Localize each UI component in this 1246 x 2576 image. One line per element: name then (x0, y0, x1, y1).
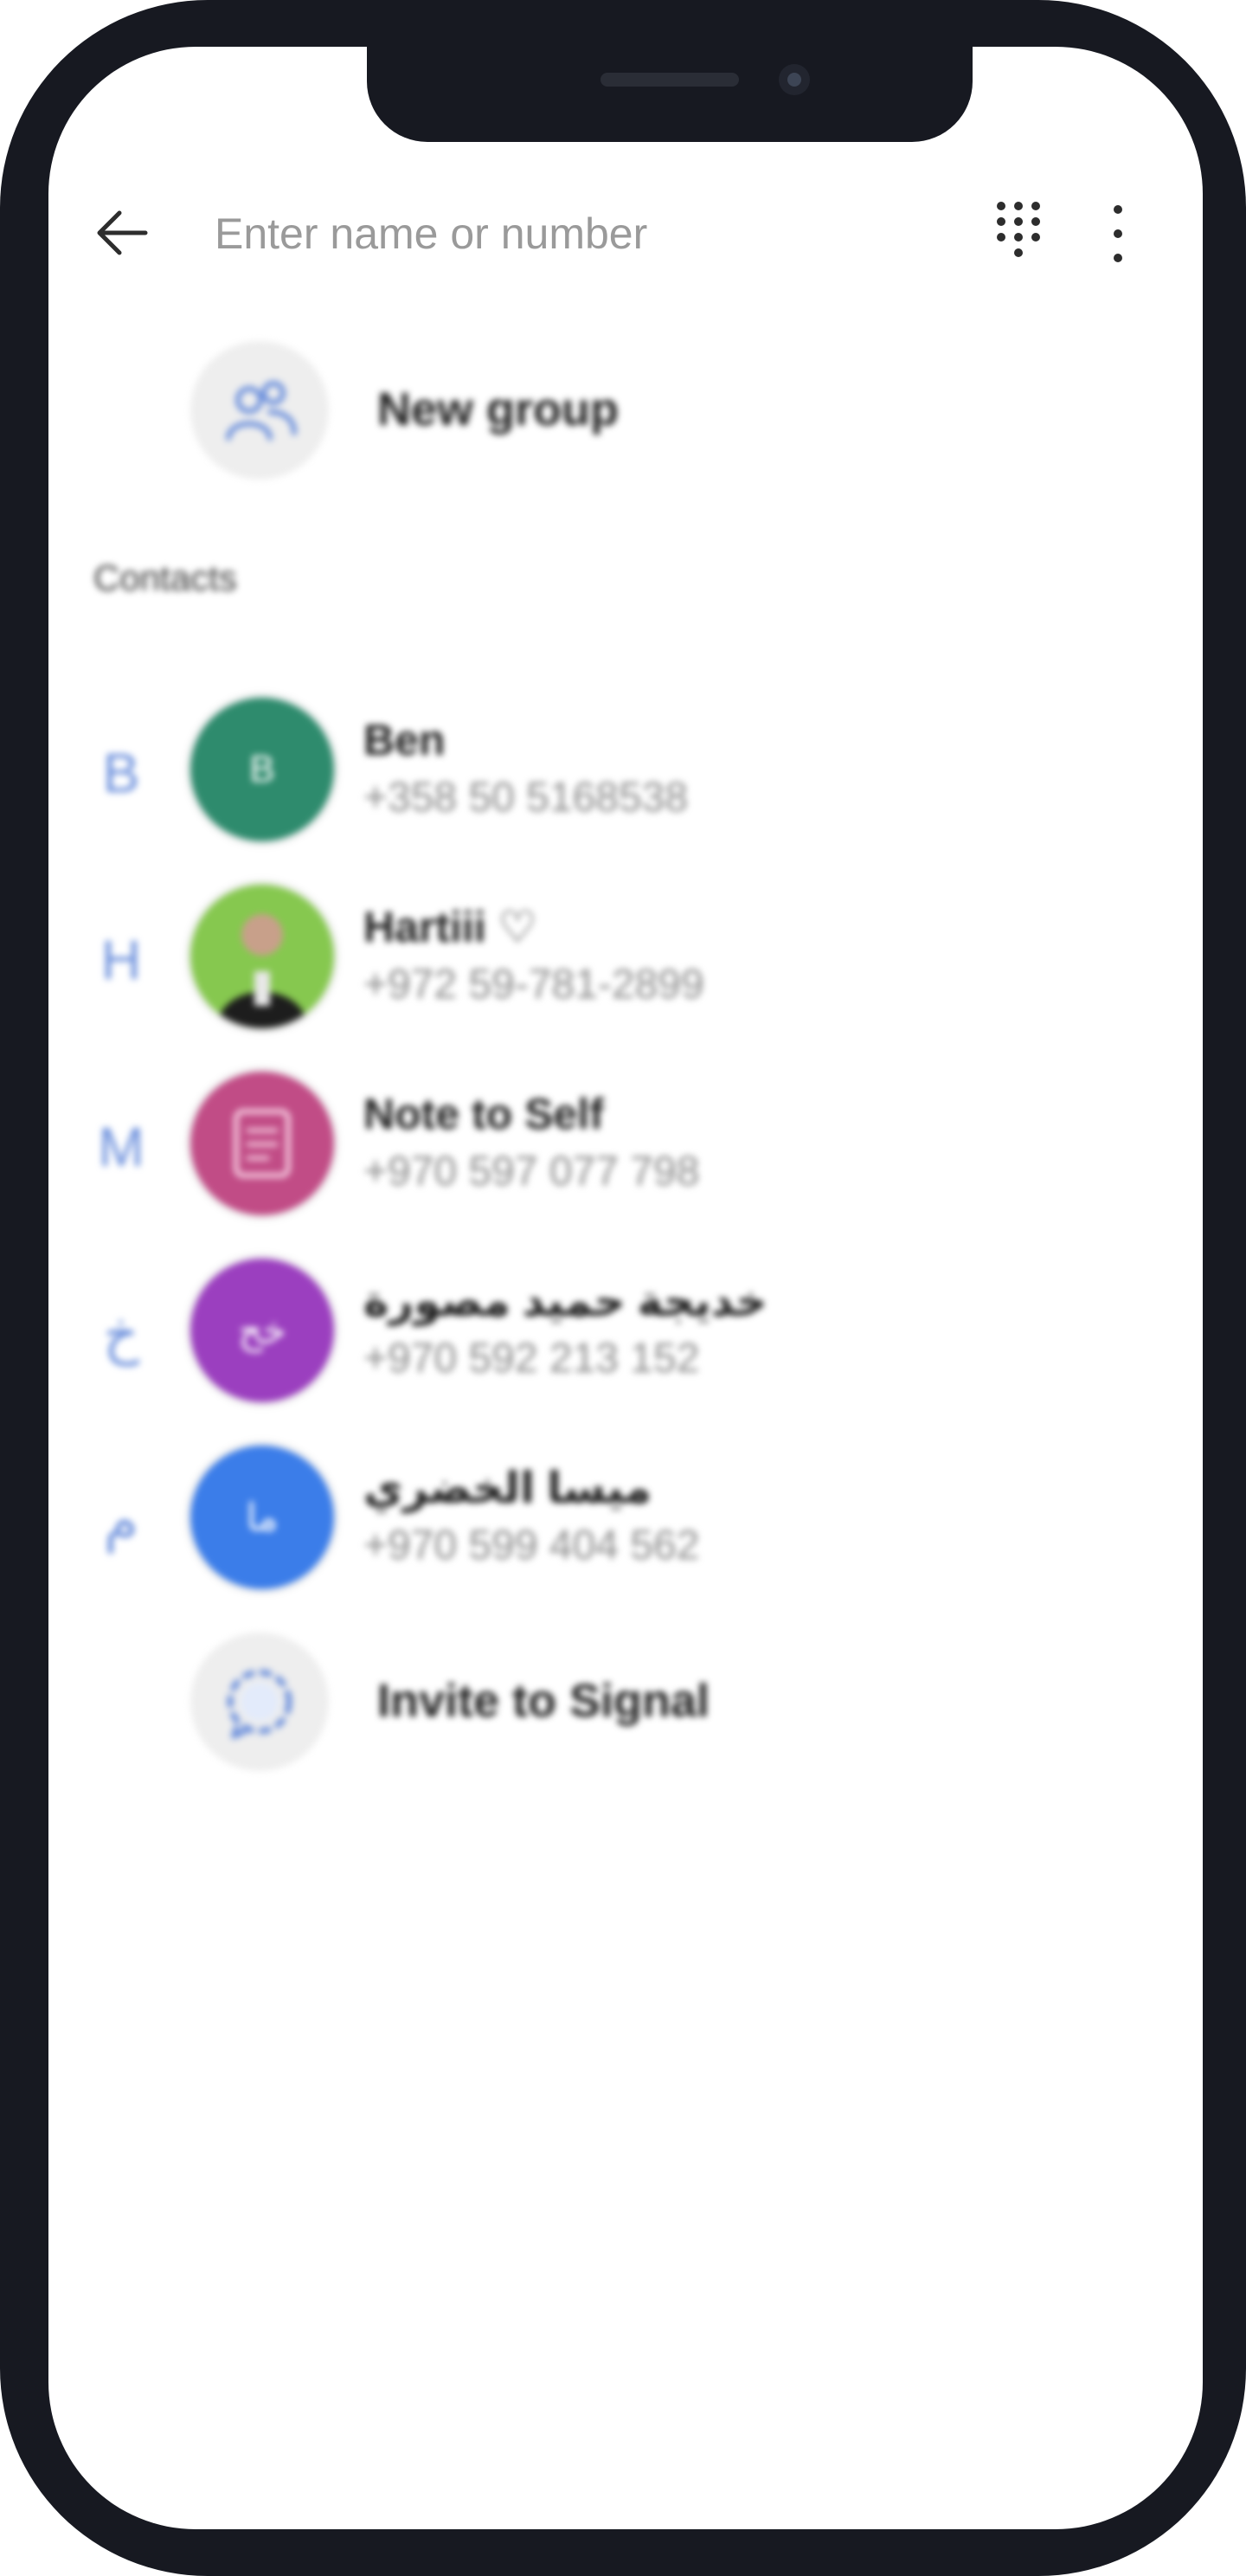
search-toolbar (48, 185, 1203, 280)
search-input[interactable] (213, 203, 874, 265)
profile-photo (190, 885, 334, 1028)
contact-name: Note to Self (363, 1090, 604, 1138)
new-group-avatar (190, 341, 329, 480)
contact-row[interactable]: H Hartiii ♡ +972 59-781-2899 (48, 885, 1203, 1032)
contacts-section-header: Contacts (93, 557, 237, 598)
contact-phone: +970 592 213 152 (363, 1336, 700, 1381)
avatar: خح (190, 1259, 334, 1402)
more-options-button[interactable] (1101, 197, 1135, 270)
contact-row[interactable]: م ما ميسا الخضري +970 599 404 562 (48, 1446, 1203, 1593)
avatar: ما (190, 1446, 334, 1589)
contact-phone: +970 597 077 798 (363, 1149, 700, 1195)
back-button[interactable] (92, 203, 152, 263)
invite-avatar (190, 1633, 329, 1771)
avatar-initial: ما (246, 1496, 279, 1539)
avatar: B (190, 698, 334, 841)
group-add-icon (226, 381, 297, 441)
front-camera (779, 64, 810, 95)
signal-chat-icon (227, 1669, 292, 1739)
arrow-left-icon (97, 210, 148, 255)
new-group-row[interactable]: New group (48, 341, 1203, 488)
dialpad-icon (997, 202, 1040, 257)
more-vertical-icon (1114, 205, 1122, 262)
index-letter: M (98, 1116, 145, 1178)
index-letter: B (102, 742, 140, 804)
new-group-label: New group (377, 383, 619, 435)
contact-name: ميسا الخضري (363, 1464, 652, 1512)
note-icon (234, 1109, 291, 1178)
contact-name: Ben (363, 716, 446, 764)
dialpad-button[interactable] (988, 197, 1049, 270)
phone-frame: New group Contacts B B Ben +358 50 51685… (0, 0, 1246, 2576)
app-screen: New group Contacts B B Ben +358 50 51685… (48, 47, 1203, 2529)
speaker-grille (601, 73, 739, 87)
contact-row[interactable]: B B Ben +358 50 5168538 (48, 698, 1203, 845)
avatar (190, 885, 334, 1028)
contact-name: Hartiii ♡ (363, 903, 537, 951)
invite-row[interactable]: Invite to Signal (48, 1633, 1203, 1780)
index-letter: خ (103, 1303, 139, 1365)
avatar (190, 1072, 334, 1215)
contact-phone: +358 50 5168538 (363, 775, 689, 821)
contact-name: خديجة حميد مصورة (363, 1277, 768, 1325)
contact-phone: +970 599 404 562 (363, 1523, 700, 1568)
avatar-initial: خح (238, 1309, 286, 1352)
contact-row[interactable]: خ خح خديجة حميد مصورة +970 592 213 152 (48, 1259, 1203, 1406)
avatar-initial: B (249, 748, 275, 790)
contact-row[interactable]: M Note to Self +970 597 077 798 (48, 1072, 1203, 1219)
index-letter: H (100, 929, 142, 991)
index-letter: م (104, 1490, 138, 1552)
device-notch (367, 47, 973, 142)
invite-label: Invite to Signal (377, 1675, 710, 1727)
contact-phone: +972 59-781-2899 (363, 962, 704, 1008)
